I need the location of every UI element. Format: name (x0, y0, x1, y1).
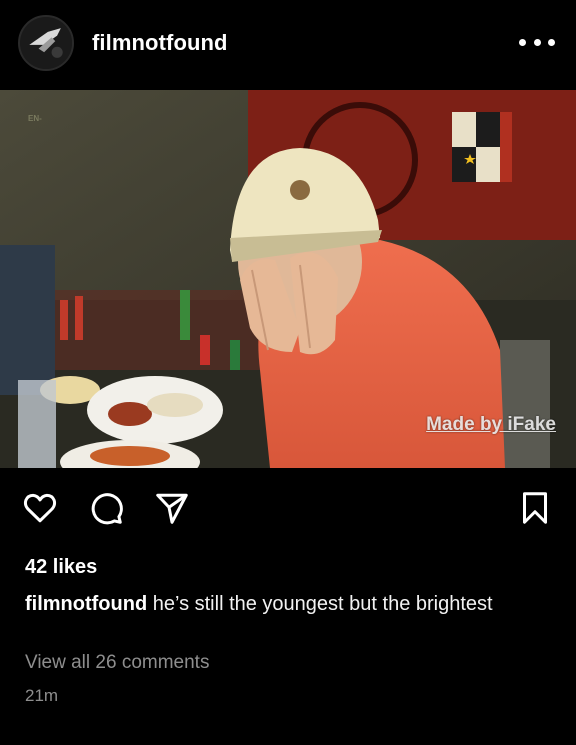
watermark-text: Made by iFake (426, 414, 556, 435)
post-header: filmnotfound (0, 0, 576, 90)
share-button[interactable] (150, 486, 194, 530)
paper-plane-icon (156, 493, 188, 524)
post-photo[interactable]: EN- Made by iFake (0, 90, 576, 468)
photo-illustration (0, 90, 576, 468)
comment-bubble-icon (91, 493, 123, 525)
save-button[interactable] (513, 486, 557, 530)
avatar-image (20, 17, 72, 69)
more-dots-icon (519, 38, 526, 46)
bookmark-icon (523, 492, 547, 524)
comment-button[interactable] (84, 486, 128, 530)
caption-username[interactable]: filmnotfound (25, 593, 147, 615)
caption-text: he’s still the youngest but the brightes… (147, 593, 493, 615)
action-bar (0, 486, 576, 536)
post-caption: filmnotfound he’s still the youngest but… (25, 589, 545, 620)
view-comments-link[interactable]: View all 26 comments (25, 652, 209, 674)
post-timestamp: 21m (25, 686, 59, 705)
more-dots-icon (548, 38, 555, 46)
profile-avatar[interactable] (18, 15, 74, 71)
like-button[interactable] (18, 486, 62, 530)
likes-count[interactable]: 42 likes (25, 556, 97, 579)
more-dots-icon (533, 38, 541, 46)
photo-tag: EN- (28, 114, 42, 123)
post-username[interactable]: filmnotfound (92, 30, 228, 56)
heart-icon (23, 493, 57, 523)
more-options-button[interactable] (519, 30, 555, 54)
